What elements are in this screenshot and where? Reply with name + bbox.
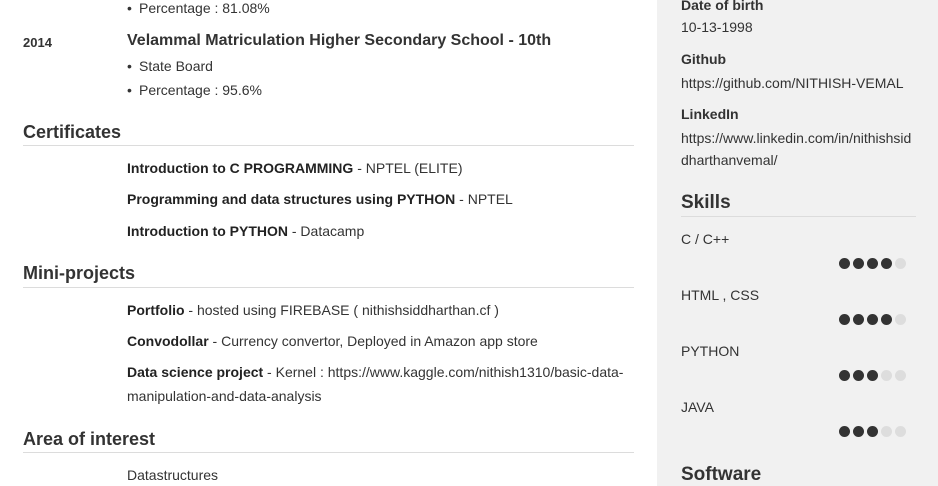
linkedin-link[interactable]: https://www.linkedin.com/in/nithishsid d… <box>681 127 911 171</box>
rating-dot-filled <box>867 258 878 269</box>
skill-rating <box>839 370 906 381</box>
certificates-divider <box>23 145 634 146</box>
certificate-source: - NPTEL (ELITE) <box>353 160 463 176</box>
certificate-name: Introduction to C PROGRAMMING <box>127 160 354 176</box>
rating-dot-filled <box>853 370 864 381</box>
project-desc: - Kernel : https://www.kaggle.com/nithis… <box>263 364 624 380</box>
certificates-heading: Certificates <box>23 122 122 142</box>
rating-dot-empty <box>895 258 906 269</box>
certificate-source: - NPTEL <box>455 191 513 207</box>
certificate-name: Introduction to PYTHON <box>127 223 288 239</box>
projects-heading: Mini-projects <box>23 263 136 283</box>
rating-dot-empty <box>881 370 892 381</box>
project-item: Convodollar - Currency convertor, Deploy… <box>127 333 538 349</box>
rating-dot-empty <box>895 370 906 381</box>
skill-name: HTML , CSS <box>681 287 760 303</box>
interest-item: Datastructures <box>127 467 219 483</box>
skill-name: JAVA <box>681 399 714 415</box>
education-school: Velammal Matriculation Higher Secondary … <box>127 32 552 49</box>
certificate-item: Introduction to PYTHON - Datacamp <box>127 223 364 239</box>
dob-value: 10-13-1998 <box>681 19 753 35</box>
rating-dot-empty <box>895 426 906 437</box>
education-prev-percentage-text: Percentage : 81.08% <box>139 0 270 16</box>
skill-name: C / C++ <box>681 231 730 247</box>
main-column: • Percentage : 81.08% 2014 Velammal Matri… <box>0 0 657 486</box>
project-desc-continued: manipulation-and-data-analysis <box>127 388 322 404</box>
project-desc: - hosted using FIREBASE ( nithishsiddhar… <box>184 302 499 318</box>
linkedin-link-line-2: dharthanvemal/ <box>681 152 778 168</box>
software-heading: Software <box>681 464 762 485</box>
projects-divider <box>23 287 634 288</box>
sidebar: Date of birth 10-13-1998 Github https://… <box>657 0 938 486</box>
project-item: Data science project - Kernel : https://… <box>127 364 623 380</box>
certificate-item: Programming and data structures using PY… <box>127 191 513 207</box>
rating-dot-filled <box>853 258 864 269</box>
interest-heading: Area of interest <box>23 429 156 449</box>
project-item: Portfolio - hosted using FIREBASE ( nith… <box>127 302 499 318</box>
skill-rating <box>839 314 906 325</box>
rating-dot-filled <box>853 314 864 325</box>
certificate-name: Programming and data structures using PY… <box>127 191 456 207</box>
education-year: 2014 <box>23 35 52 50</box>
project-desc: - Currency convertor, Deployed in Amazon… <box>208 333 538 349</box>
rating-dot-filled <box>867 314 878 325</box>
education-board-text: State Board <box>139 58 213 74</box>
rating-dot-filled <box>881 314 892 325</box>
education-board: • State Board <box>127 58 213 74</box>
rating-dot-filled <box>839 370 850 381</box>
linkedin-link-line-1: https://www.linkedin.com/in/nithishsid <box>681 130 912 146</box>
rating-dot-filled <box>867 426 878 437</box>
project-name: Portfolio <box>127 302 185 318</box>
interest-divider <box>23 452 634 453</box>
github-label: Github <box>681 51 727 67</box>
education-percentage-text: Percentage : 95.6% <box>139 82 262 98</box>
education-prev-percentage: • Percentage : 81.08% <box>127 0 270 16</box>
project-name: Data science project <box>127 364 264 380</box>
rating-dot-filled <box>881 258 892 269</box>
skill-name: PYTHON <box>681 343 740 359</box>
rating-dot-empty <box>881 426 892 437</box>
skill-rating <box>839 426 906 437</box>
education-percentage: • Percentage : 95.6% <box>127 82 262 98</box>
skill-rating <box>839 258 906 269</box>
project-name: Convodollar <box>127 333 209 349</box>
skills-heading: Skills <box>681 192 731 213</box>
rating-dot-filled <box>839 314 850 325</box>
linkedin-label: LinkedIn <box>681 106 739 122</box>
rating-dot-empty <box>895 314 906 325</box>
rating-dot-filled <box>839 426 850 437</box>
rating-dot-filled <box>853 426 864 437</box>
rating-dot-filled <box>867 370 878 381</box>
certificate-source: - Datacamp <box>287 223 365 239</box>
rating-dot-filled <box>839 258 850 269</box>
dob-label: Date of birth <box>681 0 764 13</box>
certificate-item: Introduction to C PROGRAMMING - NPTEL (E… <box>127 160 462 176</box>
github-link[interactable]: https://github.com/NITHISH-VEMAL <box>681 75 904 91</box>
skills-divider <box>681 216 916 217</box>
